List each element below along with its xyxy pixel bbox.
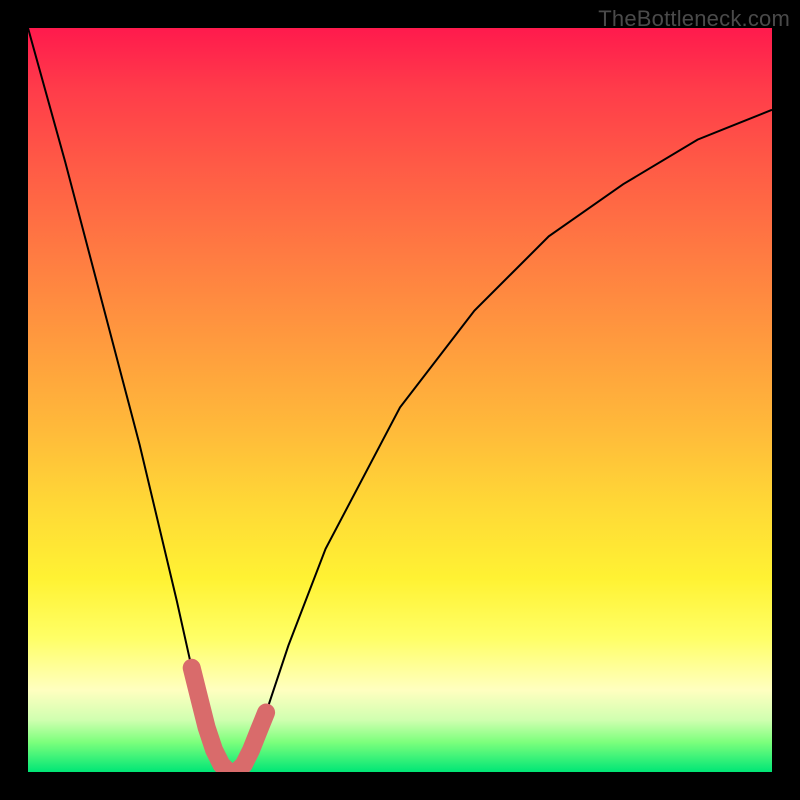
frame-border-left	[0, 0, 28, 800]
series-notch-highlight	[192, 668, 266, 772]
frame-border-right	[772, 0, 800, 800]
watermark-text: TheBottleneck.com	[598, 6, 790, 32]
chart-svg	[28, 28, 772, 772]
frame-border-bottom	[0, 772, 800, 800]
series-curve	[28, 28, 772, 772]
